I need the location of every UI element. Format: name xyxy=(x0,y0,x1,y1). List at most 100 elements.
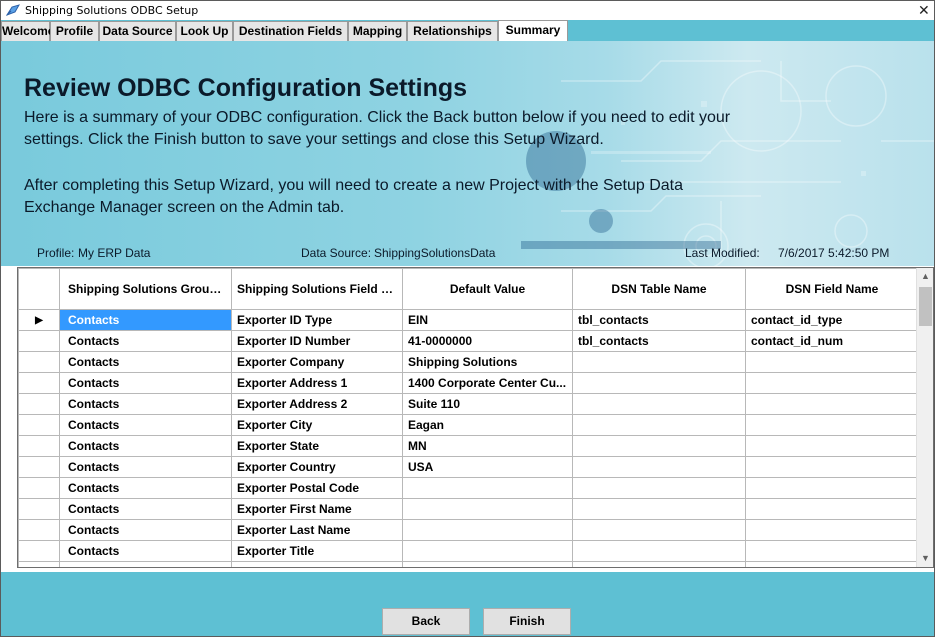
cell-default-value[interactable] xyxy=(402,498,573,520)
cell-group-name[interactable]: Contacts xyxy=(59,372,232,394)
cell-dsn-table-name[interactable] xyxy=(572,540,746,562)
cell-field-name[interactable]: Exporter Title xyxy=(231,540,403,562)
column-header-default-value[interactable]: Default Value xyxy=(402,268,573,310)
row-header[interactable] xyxy=(18,435,60,457)
cell-group-name[interactable]: Contacts xyxy=(59,561,232,567)
cell-dsn-field-name[interactable] xyxy=(745,351,919,373)
summary-grid[interactable]: Shipping Solutions Group Name Shipping S… xyxy=(17,267,934,568)
table-row[interactable]: Contacts Exporter Postal Code xyxy=(18,477,919,499)
cell-dsn-field-name[interactable] xyxy=(745,393,919,415)
column-header-dsn-table-name[interactable]: DSN Table Name xyxy=(572,268,746,310)
tab-welcome[interactable]: Welcome xyxy=(1,21,54,41)
close-icon[interactable]: ✕ xyxy=(918,2,932,18)
table-row[interactable]: Contacts Exporter Address 1 1400 Corporate… xyxy=(18,372,919,394)
table-row[interactable]: Contacts Exporter Title xyxy=(18,540,919,562)
table-row[interactable]: Contacts Exporter City Eagan xyxy=(18,414,919,436)
cell-group-name[interactable]: Contacts xyxy=(59,456,232,478)
cell-group-name[interactable]: Contacts xyxy=(59,330,232,352)
cell-group-name[interactable]: Contacts xyxy=(59,309,232,331)
cell-dsn-field-name[interactable] xyxy=(745,519,919,541)
cell-field-name[interactable]: Exporter State xyxy=(231,435,403,457)
cell-field-name[interactable]: Exporter ID Type xyxy=(231,309,403,331)
cell-field-name[interactable]: Exporter Company xyxy=(231,351,403,373)
cell-default-value[interactable]: EIN xyxy=(402,309,573,331)
column-header-group-name[interactable]: Shipping Solutions Group Name xyxy=(59,268,232,310)
cell-dsn-table-name[interactable] xyxy=(572,561,746,567)
column-header-dsn-field-name[interactable]: DSN Field Name xyxy=(745,268,919,310)
row-header[interactable] xyxy=(18,351,60,373)
cell-default-value[interactable]: 41-0000000 xyxy=(402,330,573,352)
cell-field-name[interactable]: Exporter ID Number xyxy=(231,330,403,352)
cell-default-value[interactable]: USA xyxy=(402,456,573,478)
scroll-up-arrow-icon[interactable]: ▲ xyxy=(917,268,933,285)
row-header[interactable] xyxy=(18,519,60,541)
cell-dsn-field-name[interactable]: contact_id_type xyxy=(745,309,919,331)
cell-dsn-field-name[interactable] xyxy=(745,540,919,562)
table-row[interactable]: ▶ Contacts Exporter ID Type EIN tbl_contacts… xyxy=(18,309,919,331)
vertical-scrollbar[interactable]: ▲ ▼ xyxy=(916,268,933,567)
cell-field-name[interactable]: Exporter City xyxy=(231,414,403,436)
table-row[interactable]: Contacts Exporter Address 2 Suite 110 xyxy=(18,393,919,415)
cell-group-name[interactable]: Contacts xyxy=(59,540,232,562)
cell-dsn-table-name[interactable] xyxy=(572,372,746,394)
cell-field-name[interactable]: Exporter Address 2 xyxy=(231,393,403,415)
cell-dsn-table-name[interactable] xyxy=(572,351,746,373)
row-header[interactable] xyxy=(18,456,60,478)
row-header[interactable] xyxy=(18,393,60,415)
cell-field-name[interactable]: Exporter Postal Code xyxy=(231,477,403,499)
cell-dsn-field-name[interactable] xyxy=(745,477,919,499)
cell-dsn-table-name[interactable]: tbl_contacts xyxy=(572,330,746,352)
cell-default-value[interactable] xyxy=(402,519,573,541)
cell-dsn-field-name[interactable] xyxy=(745,372,919,394)
row-header[interactable] xyxy=(18,540,60,562)
table-row[interactable]: Contacts Exporter Country USA xyxy=(18,456,919,478)
scroll-thumb[interactable] xyxy=(919,287,932,326)
cell-group-name[interactable]: Contacts xyxy=(59,498,232,520)
cell-default-value[interactable]: 1400 Corporate Center Cu... xyxy=(402,372,573,394)
cell-default-value[interactable]: Shipping Solutions xyxy=(402,351,573,373)
current-row-indicator-icon[interactable]: ▶ xyxy=(18,309,60,331)
cell-field-name[interactable]: Exporter Address 1 xyxy=(231,372,403,394)
scroll-down-arrow-icon[interactable]: ▼ xyxy=(917,550,933,567)
tab-data-source[interactable]: Data Source xyxy=(99,21,176,41)
cell-dsn-table-name[interactable] xyxy=(572,414,746,436)
column-header-field-name[interactable]: Shipping Solutions Field Name xyxy=(231,268,403,310)
cell-dsn-field-name[interactable] xyxy=(745,561,919,567)
cell-dsn-table-name[interactable] xyxy=(572,435,746,457)
tab-relationships[interactable]: Relationships xyxy=(407,21,498,41)
cell-dsn-table-name[interactable] xyxy=(572,519,746,541)
table-row[interactable]: ContactsExporter Phone xyxy=(18,561,919,567)
cell-field-name[interactable]: Exporter First Name xyxy=(231,498,403,520)
cell-dsn-field-name[interactable] xyxy=(745,456,919,478)
cell-group-name[interactable]: Contacts xyxy=(59,435,232,457)
table-row[interactable]: Contacts Exporter State MN xyxy=(18,435,919,457)
tab-mapping[interactable]: Mapping xyxy=(348,21,407,41)
tab-summary[interactable]: Summary xyxy=(498,20,568,41)
finish-button[interactable]: Finish xyxy=(483,608,571,635)
tab-profile[interactable]: Profile xyxy=(50,21,99,41)
back-button[interactable]: Back xyxy=(382,608,470,635)
cell-group-name[interactable]: Contacts xyxy=(59,477,232,499)
cell-group-name[interactable]: Contacts xyxy=(59,393,232,415)
cell-default-value[interactable] xyxy=(402,540,573,562)
cell-dsn-table-name[interactable]: tbl_contacts xyxy=(572,309,746,331)
cell-dsn-table-name[interactable] xyxy=(572,456,746,478)
cell-dsn-field-name[interactable]: contact_id_num xyxy=(745,330,919,352)
cell-group-name[interactable]: Contacts xyxy=(59,414,232,436)
row-header[interactable] xyxy=(18,498,60,520)
table-row[interactable]: Contacts Exporter Company Shipping Solutio… xyxy=(18,351,919,373)
table-row[interactable]: Contacts Exporter ID Number 41-0000000 tbl_… xyxy=(18,330,919,352)
cell-field-name[interactable]: Exporter Country xyxy=(231,456,403,478)
row-header[interactable] xyxy=(18,372,60,394)
cell-dsn-field-name[interactable] xyxy=(745,435,919,457)
tab-destination-fields[interactable]: Destination Fields xyxy=(233,21,348,41)
cell-default-value[interactable]: MN xyxy=(402,435,573,457)
cell-default-value[interactable]: Eagan xyxy=(402,414,573,436)
row-header[interactable] xyxy=(18,561,60,567)
table-row[interactable]: Contacts Exporter Last Name xyxy=(18,519,919,541)
cell-dsn-table-name[interactable] xyxy=(572,393,746,415)
cell-dsn-field-name[interactable] xyxy=(745,498,919,520)
cell-group-name[interactable]: Contacts xyxy=(59,519,232,541)
cell-default-value[interactable] xyxy=(402,561,573,567)
cell-default-value[interactable] xyxy=(402,477,573,499)
